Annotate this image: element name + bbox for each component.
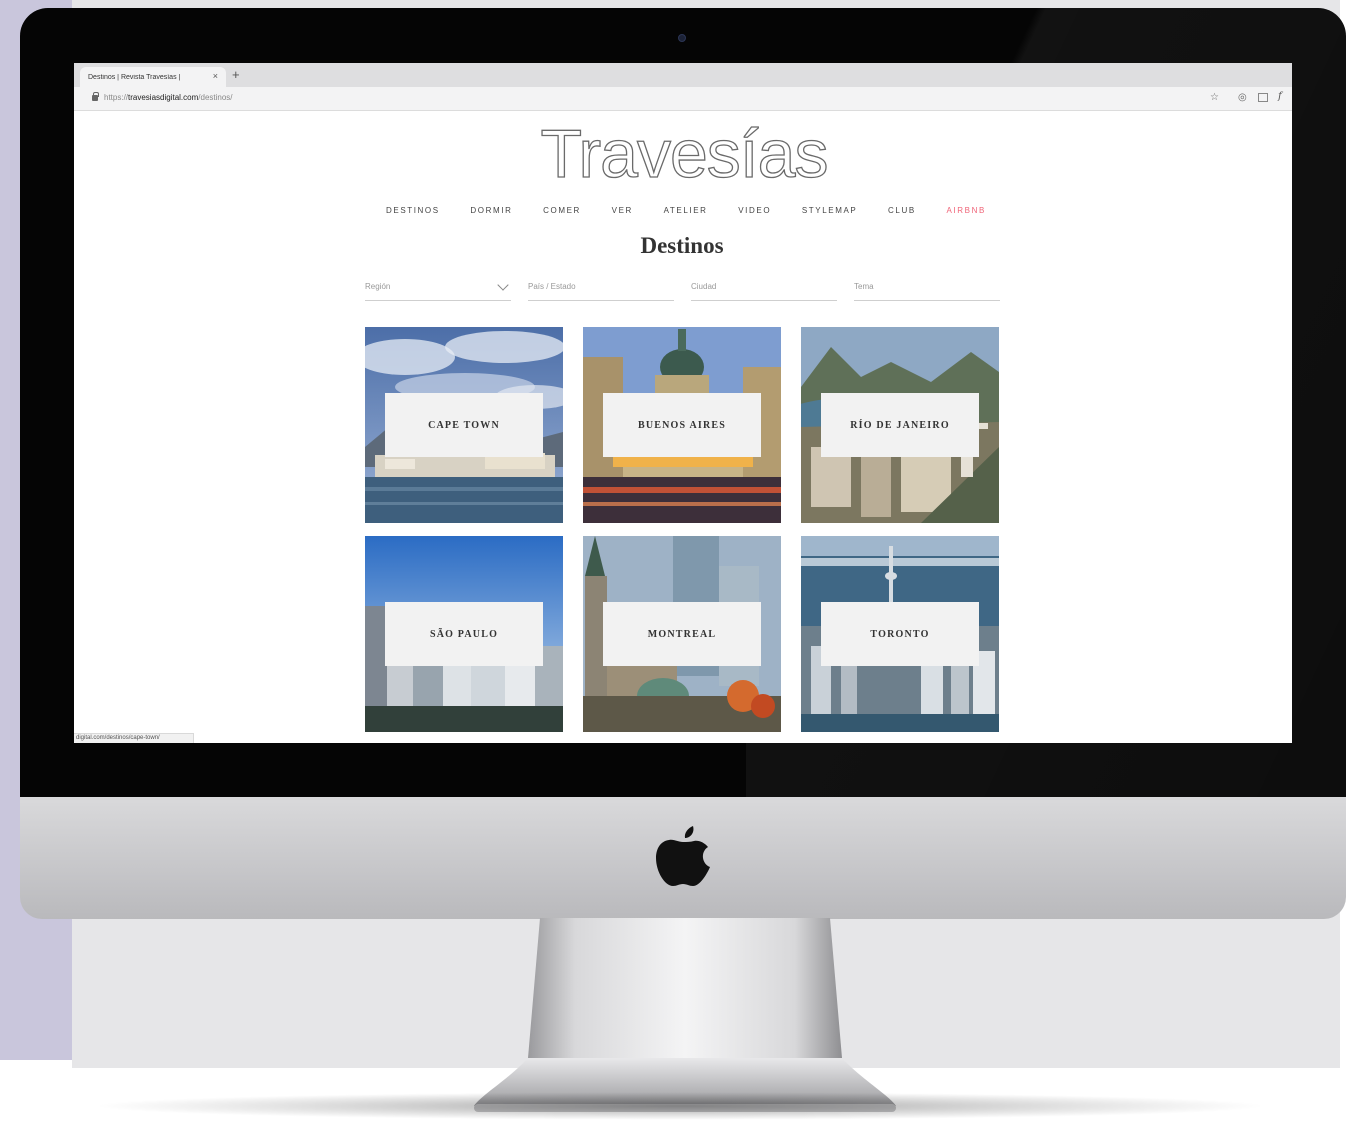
monitor-shadow <box>90 1092 1270 1120</box>
camera-icon <box>678 34 686 42</box>
destination-name: SÃO PAULO <box>429 628 499 640</box>
url-host: travesiasdigital.com <box>128 93 199 102</box>
star-icon[interactable]: ☆ <box>1210 92 1219 103</box>
url-text[interactable]: https://travesiasdigital.com/destinos/ <box>104 93 233 102</box>
topic-input-placeholder: Tema <box>854 282 874 291</box>
monitor-stand <box>474 918 896 1112</box>
destination-label: MONTREAL <box>603 602 761 666</box>
country-input[interactable]: País / Estado <box>528 281 674 301</box>
destination-card-montreal[interactable]: MONTREAL <box>583 536 781 732</box>
destination-card-cape-town[interactable]: CAPE TOWN <box>365 327 563 523</box>
destination-label: RÍO DE JANEIRO <box>821 393 979 457</box>
nav-item-video[interactable]: VIDEO <box>738 206 771 215</box>
destination-name: MONTREAL <box>647 628 717 640</box>
country-input-placeholder: País / Estado <box>528 282 576 291</box>
city-input-placeholder: Ciudad <box>691 282 717 291</box>
destination-card-rio-de-janeiro[interactable]: RÍO DE JANEIRO <box>801 327 999 523</box>
site-logo[interactable]: Travesías <box>534 115 834 193</box>
browser-tab[interactable]: Destinos | Revista Travesías | × <box>80 67 226 87</box>
cast-icon[interactable] <box>1258 93 1268 102</box>
destination-label: CAPE TOWN <box>385 393 543 457</box>
web-page: Travesías DESTINOS DORMIR COMER VER ATEL… <box>74 111 1292 743</box>
destination-card-toronto[interactable]: TORONTO <box>801 536 999 732</box>
destination-name: CAPE TOWN <box>428 419 500 431</box>
new-tab-button[interactable]: + <box>232 68 240 82</box>
lock-icon <box>92 92 99 101</box>
chevron-down-icon <box>497 279 509 291</box>
destination-name: RÍO DE JANEIRO <box>850 419 950 431</box>
nav-item-airbnb[interactable]: AIRBNB <box>947 206 986 215</box>
city-input[interactable]: Ciudad <box>691 281 837 301</box>
destination-name: TORONTO <box>870 628 930 640</box>
tab-close-icon[interactable]: × <box>213 71 218 81</box>
nav-item-comer[interactable]: COMER <box>543 206 581 215</box>
nav-item-destinos[interactable]: DESTINOS <box>386 206 440 215</box>
nav-item-atelier[interactable]: ATELIER <box>664 206 708 215</box>
nav-item-club[interactable]: CLUB <box>888 206 916 215</box>
address-bar[interactable]: https://travesiasdigital.com/destinos/ ☆… <box>74 87 1292 111</box>
destination-card-sao-paulo[interactable]: SÃO PAULO <box>365 536 563 732</box>
nav-item-dormir[interactable]: DORMIR <box>470 206 512 215</box>
destination-label: BUENOS AIRES <box>603 393 761 457</box>
main-nav: DESTINOS DORMIR COMER VER ATELIER VIDEO … <box>386 206 986 215</box>
status-url: digital.com/destinos/cape-town/ <box>76 735 160 741</box>
status-bar: digital.com/destinos/cape-town/ <box>74 733 194 743</box>
destination-name: BUENOS AIRES <box>637 419 727 431</box>
region-select-label: Región <box>365 282 391 291</box>
extension-icon[interactable]: ◎ <box>1238 92 1247 103</box>
font-extension-icon[interactable]: f <box>1278 91 1282 102</box>
nav-item-stylemap[interactable]: STYLEMAP <box>802 206 857 215</box>
topic-input[interactable]: Tema <box>854 281 1000 301</box>
monitor-screen: Destinos | Revista Travesías | × + https… <box>74 63 1292 743</box>
apple-logo-icon <box>656 826 710 886</box>
region-select[interactable]: Región <box>365 279 511 301</box>
tab-title: Destinos | Revista Travesías | <box>88 73 181 81</box>
destination-label: TORONTO <box>821 602 979 666</box>
browser-tab-bar: Destinos | Revista Travesías | × + <box>74 63 1292 87</box>
stage: Destinos | Revista Travesías | × + https… <box>0 0 1353 1121</box>
destination-label: SÃO PAULO <box>385 602 543 666</box>
url-prefix: https:// <box>104 93 129 102</box>
destination-card-buenos-aires[interactable]: BUENOS AIRES <box>583 327 781 523</box>
nav-item-ver[interactable]: VER <box>612 206 633 215</box>
page-title: Destinos <box>640 233 724 258</box>
url-path: /destinos/ <box>198 93 233 102</box>
